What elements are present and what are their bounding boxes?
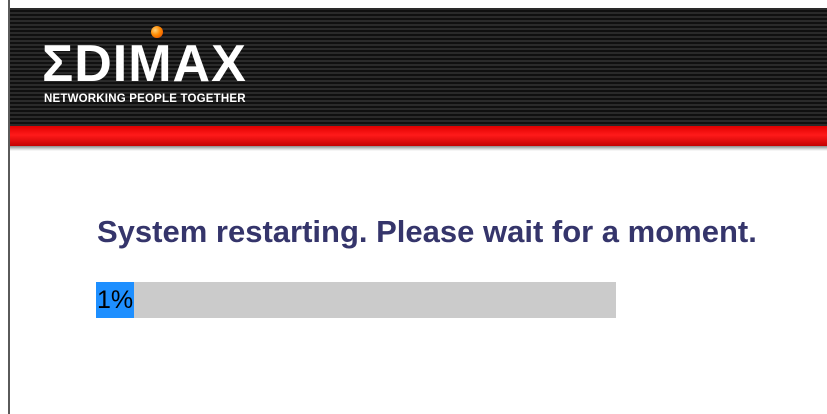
header-red-band <box>10 126 827 146</box>
restart-page: ΣDIMAX NETWORKING PEOPLE TOGETHER System… <box>0 0 827 414</box>
restart-message: System restarting. Please wait for a mom… <box>97 214 757 249</box>
progress-label: 1% <box>97 286 134 314</box>
edimax-logo: ΣDIMAX NETWORKING PEOPLE TOGETHER <box>36 26 336 111</box>
restart-progress-bar: 1% <box>96 282 616 318</box>
progress-fill: 1% <box>96 282 134 318</box>
header-shadow <box>10 146 827 151</box>
logo-wordmark: ΣDIMAX <box>42 35 247 93</box>
logo-tagline: NETWORKING PEOPLE TOGETHER <box>44 93 246 105</box>
